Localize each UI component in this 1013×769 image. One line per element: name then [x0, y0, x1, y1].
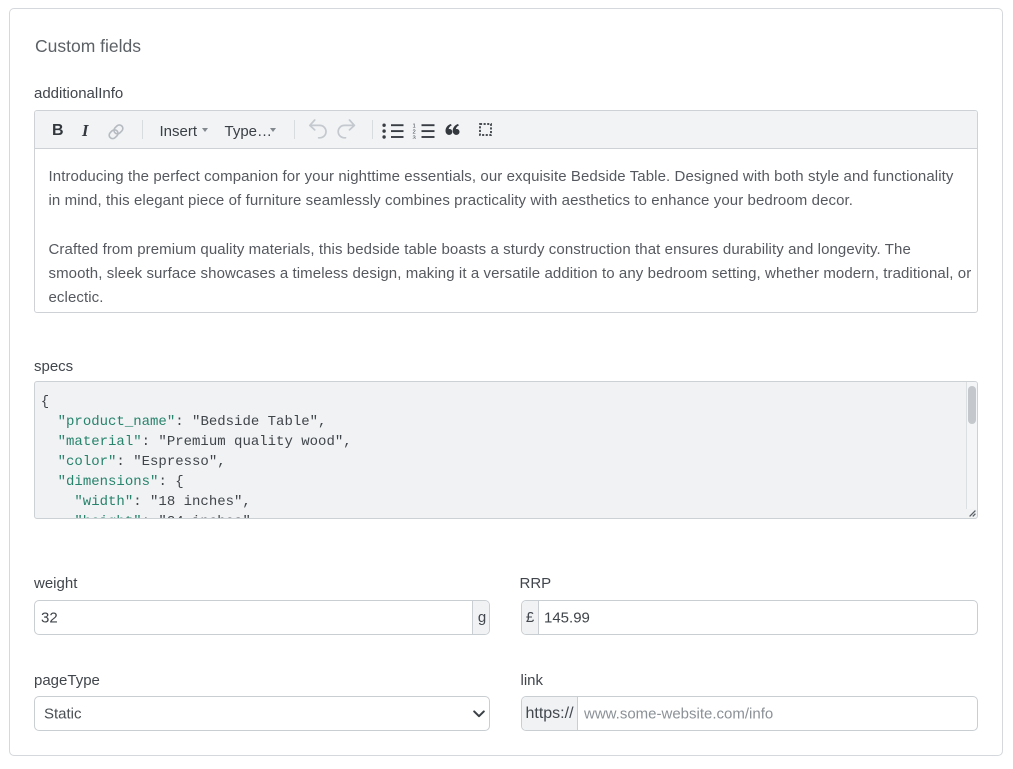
- svg-text:3: 3: [413, 135, 416, 139]
